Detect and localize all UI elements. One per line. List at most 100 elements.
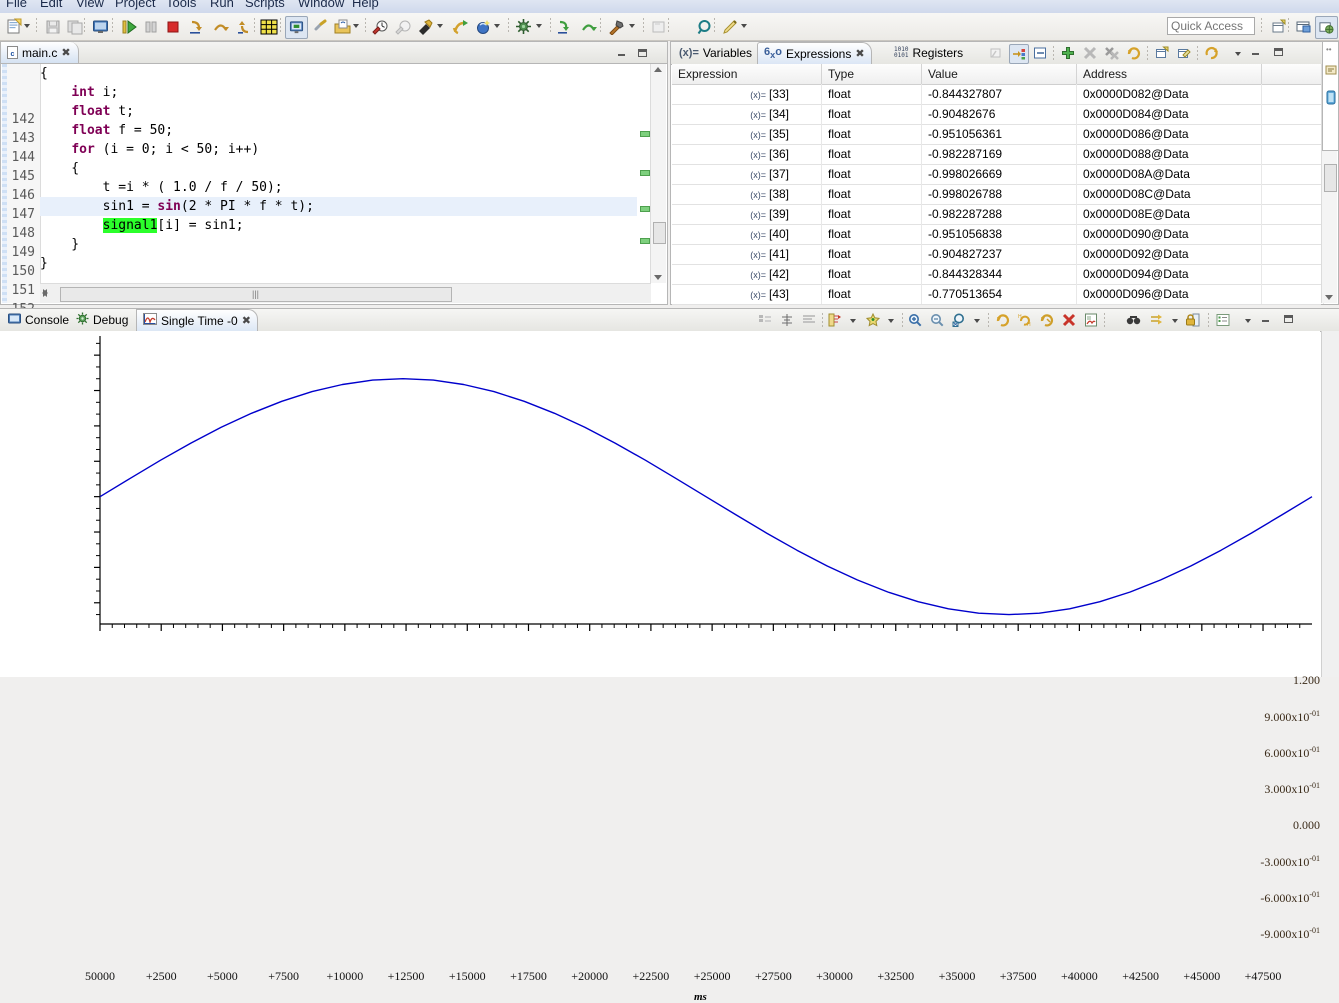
collapse-all-icon[interactable] bbox=[1031, 44, 1049, 62]
cut-expression-icon[interactable] bbox=[987, 44, 1005, 62]
console-icon[interactable] bbox=[90, 16, 111, 37]
plot-canvas[interactable] bbox=[0, 331, 1320, 678]
close-icon[interactable]: ✖ bbox=[61, 46, 70, 59]
table-row[interactable]: (x)= [42] float -0.844328344 0x0000D094@Data bbox=[672, 264, 1324, 285]
step-over-icon[interactable] bbox=[210, 16, 231, 37]
editor-tab-main-c[interactable]: c main.c ✖ bbox=[1, 42, 79, 63]
step-up-icon[interactable] bbox=[578, 16, 599, 37]
table-row[interactable]: (x)= [34] float -0.90482676 0x0000D084@Data bbox=[672, 104, 1324, 125]
open-perspective-icon[interactable] bbox=[1293, 16, 1314, 37]
bug-dropdown-icon[interactable] bbox=[536, 24, 542, 28]
column-header-value[interactable]: Value bbox=[922, 64, 1077, 84]
save-all-icon[interactable] bbox=[64, 16, 85, 37]
terminate-icon[interactable] bbox=[162, 16, 183, 37]
view-menu-icon[interactable] bbox=[1235, 52, 1241, 56]
menu-item-scripts[interactable]: Scripts bbox=[245, 0, 285, 10]
step-into-icon[interactable] bbox=[186, 16, 207, 37]
editor-maximize-button[interactable] bbox=[636, 47, 649, 59]
tab-debug[interactable]: Debug bbox=[70, 309, 134, 331]
new-target-icon[interactable] bbox=[472, 16, 493, 37]
pencil-dropdown-icon[interactable] bbox=[741, 24, 747, 28]
stop-refresh-icon[interactable] bbox=[1060, 311, 1078, 329]
scroll-right-arrow-icon[interactable] bbox=[43, 289, 48, 297]
save-icon[interactable] bbox=[42, 16, 63, 37]
memory-icon[interactable] bbox=[1325, 90, 1337, 109]
view-menu-icon[interactable] bbox=[1245, 319, 1251, 323]
table-row[interactable]: (x)= [35] float -0.951056361 0x0000D086@Data bbox=[672, 124, 1324, 145]
resume-icon[interactable] bbox=[118, 16, 139, 37]
table-row[interactable]: (x)= [43] float -0.770513654 0x0000D096@Data bbox=[672, 284, 1324, 305]
step-down-icon[interactable] bbox=[554, 16, 575, 37]
table-row[interactable]: (x)= [41] float -0.904827237 0x0000D092@Data bbox=[672, 244, 1324, 265]
editor-code-area[interactable]: { int i; float t; float f = 50; for (i =… bbox=[40, 64, 637, 283]
align-rows-icon[interactable] bbox=[800, 311, 818, 329]
graph-vertical-scrollbar[interactable] bbox=[1321, 331, 1339, 677]
editor-horizontal-scrollbar[interactable]: ||| bbox=[40, 283, 651, 303]
scroll-up-arrow-icon[interactable] bbox=[654, 67, 662, 72]
step-return-icon[interactable] bbox=[234, 16, 255, 37]
menu-item-edit[interactable]: Edit bbox=[40, 0, 62, 10]
run-icon[interactable] bbox=[450, 16, 471, 37]
continuous-refresh-icon[interactable] bbox=[1038, 311, 1056, 329]
menu-item-help[interactable]: Help bbox=[352, 0, 379, 10]
editor-hscroll-thumb[interactable]: ||| bbox=[60, 287, 452, 302]
tab-console[interactable]: Console bbox=[2, 309, 75, 331]
scroll-down-arrow-icon[interactable] bbox=[1325, 295, 1333, 300]
show-type-names-icon[interactable] bbox=[1009, 44, 1029, 64]
memory-browser-icon[interactable] bbox=[285, 16, 308, 39]
table-row[interactable]: (x)= [39] float -0.982287288 0x0000D08E@Data bbox=[672, 204, 1324, 225]
search-icon[interactable] bbox=[1124, 311, 1142, 329]
scroll-down-arrow-icon[interactable] bbox=[654, 275, 662, 280]
pencil-icon[interactable] bbox=[720, 16, 741, 37]
new-dropdown-icon[interactable] bbox=[24, 24, 30, 28]
link-icon[interactable] bbox=[310, 16, 331, 37]
zoom-dropdown-icon[interactable] bbox=[974, 319, 980, 323]
refresh-icon[interactable] bbox=[994, 311, 1012, 329]
zoom-out-icon[interactable] bbox=[928, 311, 946, 329]
build-dropdown-icon[interactable] bbox=[629, 24, 635, 28]
editor-scroll-thumb[interactable] bbox=[653, 222, 666, 244]
build-icon[interactable] bbox=[606, 16, 627, 37]
editor-vertical-scrollbar[interactable] bbox=[650, 64, 666, 283]
column-header-type[interactable]: Type bbox=[822, 64, 922, 84]
debug-dimmed-icon[interactable] bbox=[392, 16, 413, 37]
menu-item-view[interactable]: View bbox=[76, 0, 104, 10]
search-icon[interactable] bbox=[694, 16, 715, 37]
expressions-maximize-button[interactable] bbox=[1272, 46, 1285, 58]
export-graph-icon[interactable] bbox=[1082, 311, 1100, 329]
open-project-dropdown-icon[interactable] bbox=[353, 24, 359, 28]
graph-maximize-button[interactable] bbox=[1282, 313, 1295, 325]
add-graph-icon[interactable] bbox=[864, 311, 882, 329]
add-graph-dropdown-icon[interactable] bbox=[888, 319, 894, 323]
data-properties-icon[interactable] bbox=[756, 311, 774, 329]
tab-variables[interactable]: (x)= Variables bbox=[673, 42, 758, 64]
column-header-address[interactable]: Address bbox=[1077, 64, 1262, 84]
table-row[interactable]: (x)= [33] float -0.844327807 0x0000D082@Data bbox=[672, 84, 1324, 105]
outline-icon[interactable] bbox=[1325, 64, 1337, 79]
editor-minimize-button[interactable] bbox=[616, 47, 629, 59]
column-header-expression[interactable]: Expression bbox=[672, 64, 822, 84]
measure-dropdown-icon[interactable] bbox=[850, 319, 856, 323]
expressions-scroll-thumb[interactable] bbox=[1324, 164, 1337, 192]
close-icon[interactable]: ✖ bbox=[855, 47, 864, 60]
debug-perspective-icon[interactable] bbox=[1315, 16, 1338, 39]
grid-icon[interactable] bbox=[258, 16, 279, 37]
menu-item-project[interactable]: Project bbox=[115, 0, 155, 10]
tab-single-time-0[interactable]: Single Time -0 ✖ bbox=[136, 309, 258, 331]
import-icon[interactable] bbox=[648, 16, 669, 37]
close-icon[interactable]: ✖ bbox=[242, 314, 251, 327]
profile-dropdown-icon[interactable] bbox=[437, 24, 443, 28]
expressions-minimize-button[interactable] bbox=[1250, 46, 1263, 58]
debug-icon[interactable] bbox=[369, 16, 390, 37]
zoom-in-icon[interactable] bbox=[906, 311, 924, 329]
new-icon[interactable] bbox=[4, 16, 25, 37]
suspend-icon[interactable] bbox=[140, 16, 161, 37]
scroll-lock-icon[interactable] bbox=[1148, 311, 1166, 329]
table-row[interactable]: (x)= [40] float -0.951056838 0x0000D090@Data bbox=[672, 224, 1324, 245]
remove-expression-icon[interactable] bbox=[1081, 44, 1099, 62]
quick-access-input[interactable] bbox=[1167, 17, 1255, 35]
tab-registers[interactable]: 1010 0101 Registers bbox=[888, 42, 969, 64]
add-expression-icon[interactable] bbox=[1059, 44, 1077, 62]
open-project-icon[interactable] bbox=[332, 16, 353, 37]
reload-icon[interactable] bbox=[1203, 44, 1221, 62]
